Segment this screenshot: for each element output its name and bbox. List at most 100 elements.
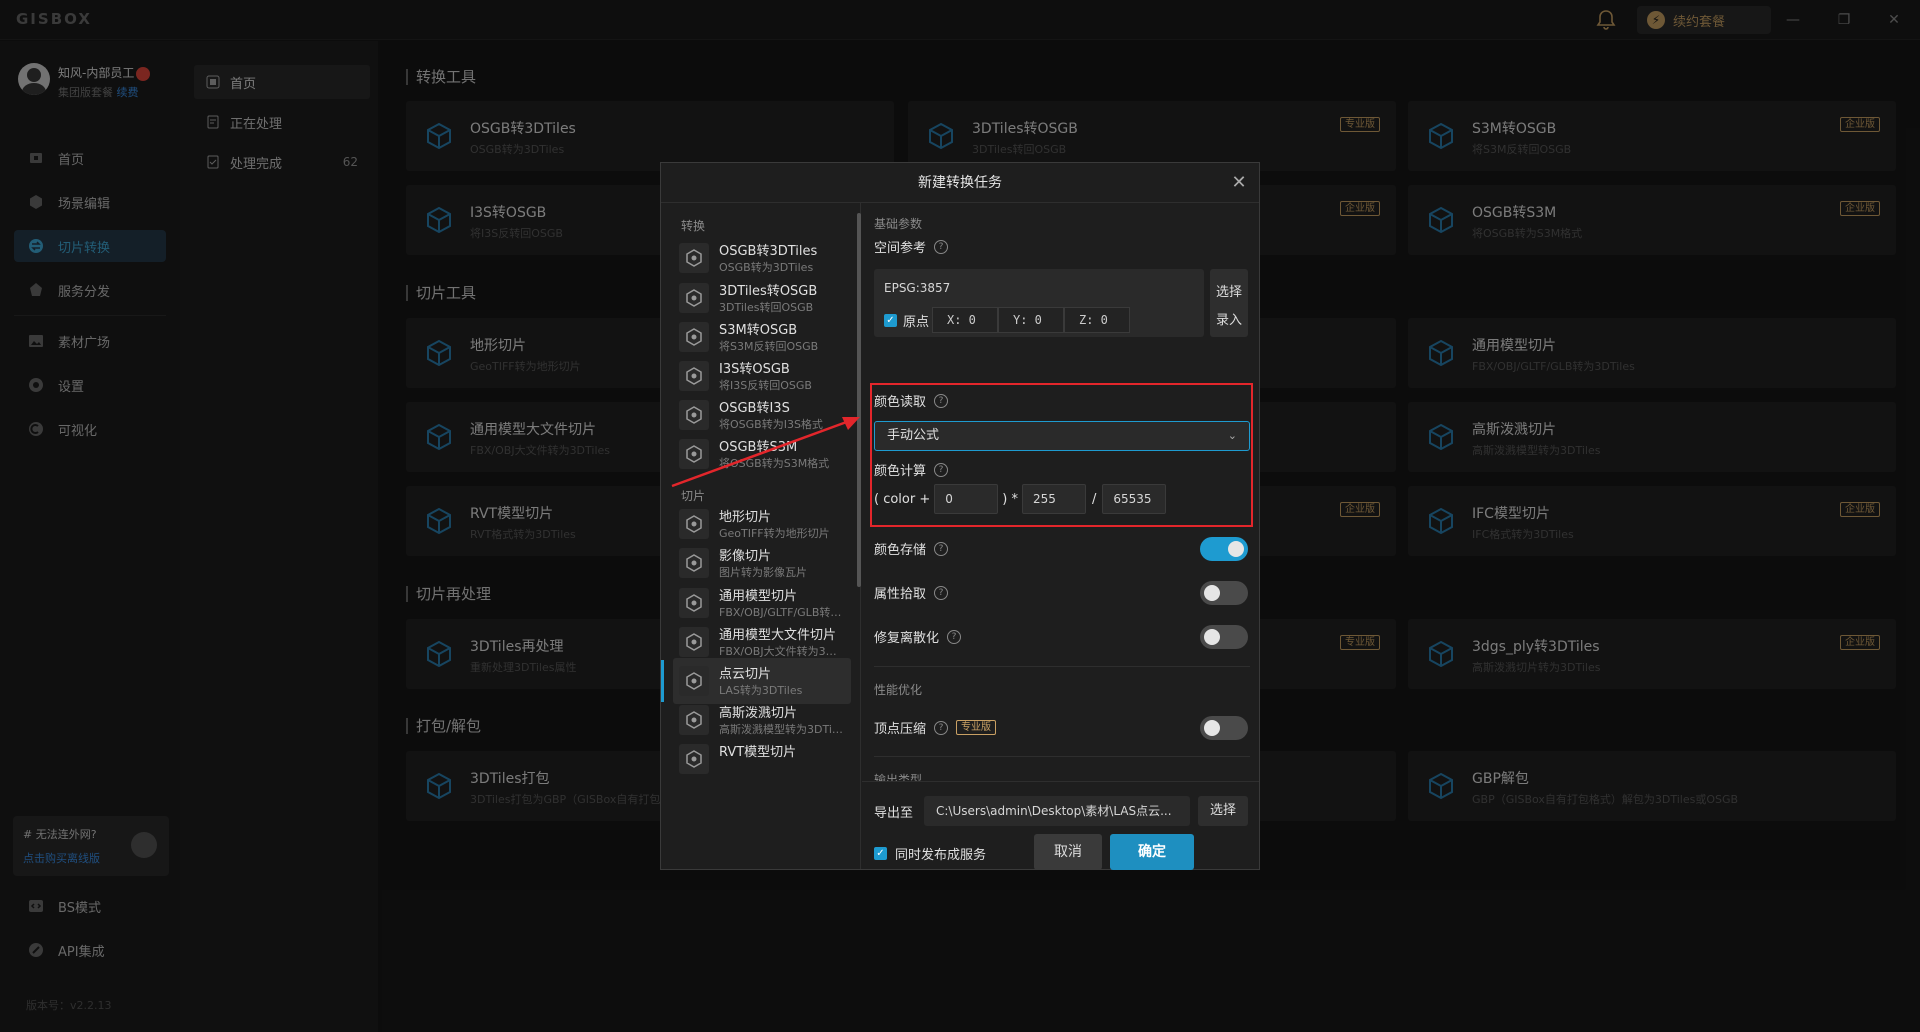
task-type-icon [679,548,709,578]
task-type-title: I3S转OSGB [719,362,790,377]
task-type-subtitle: 将I3S反转回OSGB [719,379,812,392]
task-type-subtitle: 将OSGB转为S3M格式 [719,457,830,470]
divider [874,666,1250,667]
formula-prefix: ( color + [874,491,931,507]
origin-x-input[interactable]: X: 0 [932,307,998,333]
dialog-title: 新建转换任务 [661,163,1259,203]
attr-pick-text: 属性拾取 [874,587,927,602]
fix-discrete-toggle[interactable] [1200,625,1248,649]
task-type-title: 地形切片 [719,510,772,525]
task-type-icon [679,666,709,696]
color-read-label: 颜色读取? [874,391,949,410]
new-task-dialog: 新建转换任务 ✕ 转换 OSGB转3DTiles OSGB转为3DTiles 3DT… [660,162,1260,870]
pro-badge: 专业版 [956,720,997,735]
select-line2: 录入 [1215,313,1242,328]
help-icon[interactable]: ? [934,393,949,408]
origin-checkbox[interactable]: ✓ 原点 [884,311,929,330]
help-icon[interactable]: ? [947,629,962,644]
color-store-text: 颜色存储 [874,543,927,558]
task-type-subtitle: 图片转为影像瓦片 [719,566,807,579]
task-type-subtitle: OSGB转为3DTiles [719,261,814,274]
task-type-icon [679,627,709,657]
spatial-ref-label: 空间参考? [874,237,949,256]
task-type-subtitle: 3DTiles转回OSGB [719,301,814,314]
group-convert: 转换 [681,219,706,233]
color-store-toggle[interactable] [1200,537,1248,561]
task-type-title: 影像切片 [719,549,772,564]
task-type-subtitle: 高斯泼溅模型转为3DTiles [719,723,845,736]
task-type-title: OSGB转S3M [719,440,798,455]
help-icon[interactable]: ? [934,585,949,600]
chevron-down-icon: ⌄ [1227,429,1237,442]
task-type-title: 3DTiles转OSGB [719,284,818,299]
task-type-item[interactable]: RVT模型切片 [673,736,851,782]
task-type-title: 点云切片 [719,667,772,682]
vertex-compress-label: 顶点压缩? 专业版 [874,718,997,737]
task-type-icon [679,705,709,735]
spatial-ref-box: EPSG:3857 ✓ 原点 X: 0 Y: 0 Z: 0 [874,269,1204,337]
select-line1: 选择 [1215,285,1242,300]
task-type-title: 通用模型大文件切片 [719,628,837,643]
task-type-subtitle: 将OSGB转为I3S格式 [719,418,823,431]
perf-heading: 性能优化 [874,683,923,697]
group-tile: 切片 [681,489,706,503]
dialog-footer: 导出至 C:\Users\admin\Desktop\素材\LAS点云... 选… [862,781,1259,870]
publish-label: 同时发布成服务 [895,848,987,863]
task-type-list: 转换 OSGB转3DTiles OSGB转为3DTiles 3DTiles转OSGB… [661,203,861,869]
help-icon[interactable]: ? [934,720,949,735]
export-label: 导出至 [874,806,914,821]
task-form: 基础参数 空间参考? EPSG:3857 ✓ 原点 X: 0 Y: 0 Z: 0 … [862,203,1259,870]
fix-discrete-text: 修复离散化 [874,631,940,646]
help-icon[interactable]: ? [934,541,949,556]
basic-params-heading: 基础参数 [874,217,923,231]
task-type-subtitle: GeoTIFF转为地形切片 [719,527,830,540]
origin-z-input[interactable]: Z: 0 [1064,307,1130,333]
formula-div: / [1091,491,1097,507]
task-type-title: OSGB转3DTiles [719,244,818,259]
check-icon: ✓ [874,847,887,860]
active-indicator [661,660,664,702]
attr-pick-label: 属性拾取? [874,583,949,602]
spatial-ref-text: 空间参考 [874,241,927,256]
help-icon[interactable]: ? [934,462,949,477]
origin-y-input[interactable]: Y: 0 [998,307,1064,333]
attr-pick-toggle[interactable] [1200,581,1248,605]
formula-offset-input[interactable]: 0 [934,484,999,514]
formula-mid: ) * [1002,491,1018,507]
task-type-icon [679,400,709,430]
list-scrollbar[interactable] [857,213,861,587]
origin-label: 原点 [903,315,930,330]
task-type-subtitle: FBX/OBJ/GLTF/GLB转为3DTiles [719,606,845,619]
formula-divisor-input[interactable]: 65535 [1102,484,1167,514]
fix-discrete-label: 修复离散化? [874,627,962,646]
task-type-title: S3M转OSGB [719,323,798,338]
color-read-select[interactable]: 手动公式 ⌄ [874,421,1250,451]
publish-checkbox[interactable]: ✓ 同时发布成服务 [874,844,986,863]
task-type-title: 高斯泼溅切片 [719,706,798,721]
color-formula: ( color + 0 ) * 255 / 65535 [874,484,1167,514]
task-type-title: RVT模型切片 [719,745,797,760]
cancel-button[interactable]: 取消 [1034,834,1102,870]
check-icon: ✓ [884,314,897,327]
color-store-label: 颜色存储? [874,539,949,558]
task-type-icon [679,361,709,391]
select-input-button[interactable]: 选择 录入 [1210,269,1248,337]
help-icon[interactable]: ? [934,239,949,254]
task-type-icon [679,283,709,313]
export-select-button[interactable]: 选择 [1198,796,1248,826]
task-type-item[interactable]: OSGB转S3M 将OSGB转为S3M格式 [673,431,851,477]
color-read-value: 手动公式 [887,428,940,443]
epsg-value: EPSG:3857 [884,281,951,295]
close-icon[interactable]: ✕ [1229,173,1249,193]
task-type-title: OSGB转I3S [719,401,790,416]
confirm-button[interactable]: 确定 [1110,834,1194,870]
vertex-compress-toggle[interactable] [1200,716,1248,740]
task-type-subtitle: LAS转为3DTiles [719,684,803,697]
export-path-input[interactable]: C:\Users\admin\Desktop\素材\LAS点云... [924,796,1190,826]
formula-multiplier-input[interactable]: 255 [1021,484,1086,514]
task-type-icon [679,744,709,774]
task-type-icon [679,322,709,352]
task-type-subtitle: 将S3M反转回OSGB [719,340,819,353]
divider [874,756,1250,757]
color-calc-label: 颜色计算? [874,460,949,479]
